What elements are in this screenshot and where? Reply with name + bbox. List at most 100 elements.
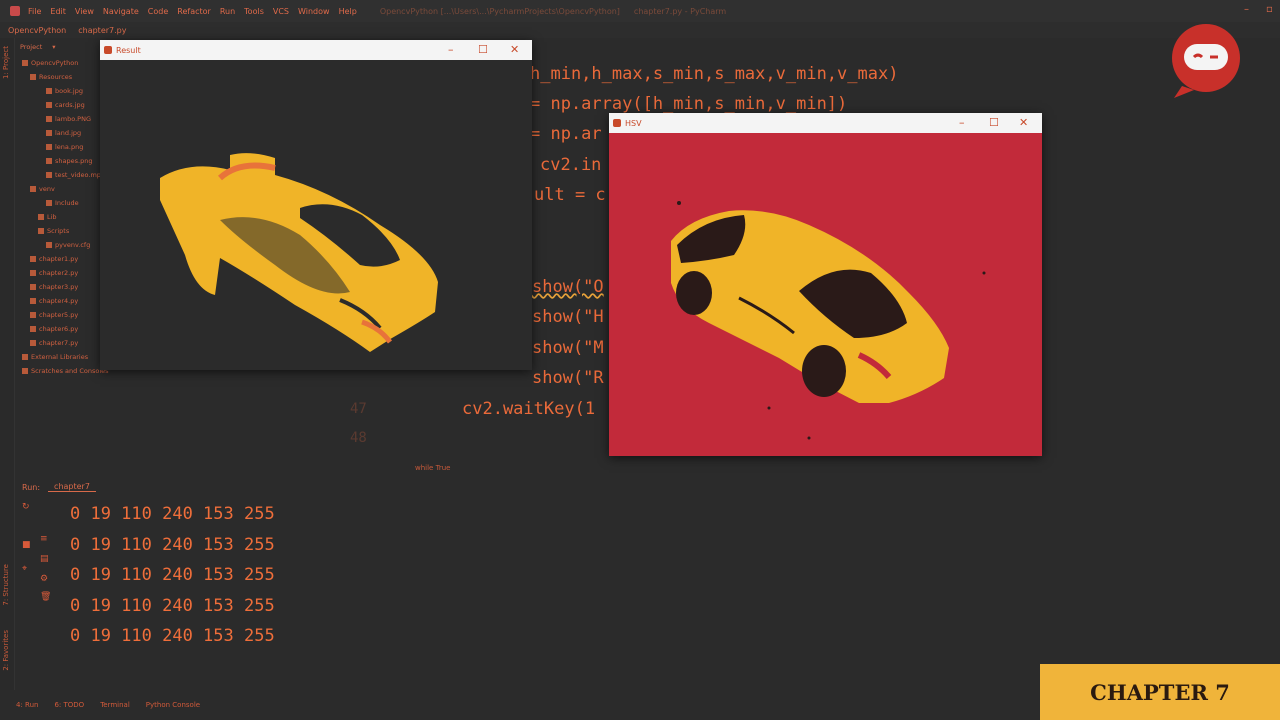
- delete-icon[interactable]: 🗑: [40, 592, 51, 602]
- project-tree-item[interactable]: chapter1.py: [14, 252, 114, 266]
- console-output-line: 0 19 110 240 153 255: [70, 596, 275, 616]
- project-tree-item[interactable]: Include: [14, 196, 114, 210]
- favorites-tool-tab[interactable]: 2: Favorites: [2, 630, 10, 671]
- chapter-badge: CHAPTER 7: [1040, 664, 1280, 720]
- hsv-window-title: HSV: [625, 118, 642, 128]
- console-output-line: 0 19 110 240 153 255: [70, 626, 275, 646]
- project-tree-item[interactable]: book.jpg: [14, 84, 114, 98]
- chevron-down-icon[interactable]: ▾: [52, 43, 55, 51]
- rerun-icon[interactable]: ↻: [22, 502, 30, 512]
- code-line: show("M: [532, 338, 604, 358]
- minimize-icon[interactable]: –: [1244, 4, 1249, 15]
- breadcrumb-project[interactable]: OpencvPython: [8, 26, 66, 35]
- menu-window[interactable]: Window: [298, 7, 330, 16]
- file-icon: [46, 102, 52, 108]
- menu-vcs[interactable]: VCS: [273, 7, 289, 16]
- line-number: 47: [350, 401, 367, 417]
- project-tree-item[interactable]: chapter3.py: [14, 280, 114, 294]
- result-titlebar[interactable]: Result – ☐ ✕: [100, 40, 532, 60]
- structure-tool-tab[interactable]: 7: Structure: [2, 564, 10, 606]
- project-tree-item[interactable]: Resources: [14, 70, 114, 84]
- file-icon: [30, 256, 36, 262]
- file-icon: [30, 326, 36, 332]
- project-tree-item[interactable]: cards.jpg: [14, 98, 114, 112]
- project-tree-label: chapter2.py: [39, 269, 79, 277]
- project-tree-item[interactable]: lena.png: [14, 140, 114, 154]
- project-tree-item[interactable]: Scripts: [14, 224, 114, 238]
- file-icon: [46, 88, 52, 94]
- file-icon: [30, 186, 36, 192]
- menu-file[interactable]: File: [28, 7, 41, 16]
- project-tree-item[interactable]: pyvenv.cfg: [14, 238, 114, 252]
- file-icon: [46, 200, 52, 206]
- project-tree-item[interactable]: chapter5.py: [14, 308, 114, 322]
- file-icon: [22, 368, 28, 374]
- project-panel-header[interactable]: Project ▾: [14, 38, 114, 56]
- project-tree-label: book.jpg: [55, 87, 83, 95]
- run-label: Run:: [22, 482, 41, 492]
- project-tree-item[interactable]: lambo.PNG: [14, 112, 114, 126]
- menu-view[interactable]: View: [75, 7, 94, 16]
- project-tree-item[interactable]: chapter7.py: [14, 336, 114, 350]
- breadcrumb-file[interactable]: chapter7.py: [78, 26, 126, 35]
- project-tree-item[interactable]: OpencvPython: [14, 56, 114, 70]
- file-icon: [30, 284, 36, 290]
- python-console-tool-button[interactable]: Python Console: [146, 701, 200, 709]
- project-tree-label: Resources: [39, 73, 73, 81]
- project-tree-item[interactable]: Lib: [14, 210, 114, 224]
- maximize-icon[interactable]: ☐: [478, 43, 488, 56]
- close-icon[interactable]: ✕: [510, 43, 519, 56]
- project-tool-tab[interactable]: 1: Project: [2, 46, 10, 79]
- project-tree-item[interactable]: venv: [14, 182, 114, 196]
- project-tree-item[interactable]: Scratches and Consoles: [14, 364, 114, 378]
- project-tree-item[interactable]: chapter6.py: [14, 322, 114, 336]
- project-tree-item[interactable]: land.jpg: [14, 126, 114, 140]
- menu-navigate[interactable]: Navigate: [103, 7, 139, 16]
- project-tree-label: Scripts: [47, 227, 70, 235]
- project-tree-label: cards.jpg: [55, 101, 85, 109]
- robot-logo-icon: [1168, 22, 1244, 98]
- project-tree-label: lena.png: [55, 143, 84, 151]
- maximize-icon[interactable]: ☐: [989, 116, 999, 129]
- menu-tools[interactable]: Tools: [244, 7, 264, 16]
- print-icon[interactable]: ▤: [40, 554, 49, 564]
- file-icon: [30, 312, 36, 318]
- menu-help[interactable]: Help: [339, 7, 357, 16]
- run-tab-chapter7[interactable]: chapter7: [48, 482, 96, 492]
- hsv-titlebar[interactable]: HSV – ☐ ✕: [609, 113, 1042, 133]
- minimize-icon[interactable]: –: [959, 116, 965, 129]
- masked-car-image: [160, 153, 438, 352]
- settings-icon[interactable]: ⚙: [40, 574, 48, 584]
- file-icon: [46, 130, 52, 136]
- menu-edit[interactable]: Edit: [50, 7, 66, 16]
- project-tree-label: Scratches and Consoles: [31, 367, 109, 375]
- restore-icon[interactable]: ▫: [1266, 4, 1273, 15]
- project-tree-item[interactable]: test_video.mp4: [14, 168, 114, 182]
- todo-tool-button[interactable]: 6: TODO: [54, 701, 84, 709]
- menu-code[interactable]: Code: [148, 7, 168, 16]
- menu-run[interactable]: Run: [220, 7, 235, 16]
- project-tree-item[interactable]: chapter2.py: [14, 266, 114, 280]
- project-tree-label: chapter4.py: [39, 297, 79, 305]
- minimize-icon[interactable]: –: [448, 43, 454, 56]
- project-tree-item[interactable]: External Libraries: [14, 350, 114, 364]
- project-tree-item[interactable]: shapes.png: [14, 154, 114, 168]
- project-tree-item[interactable]: chapter4.py: [14, 294, 114, 308]
- close-icon[interactable]: ✕: [1019, 116, 1028, 129]
- stop-icon[interactable]: ■: [22, 540, 31, 550]
- file-icon: [46, 144, 52, 150]
- terminal-tool-button[interactable]: Terminal: [100, 701, 130, 709]
- file-icon: [38, 214, 44, 220]
- scroll-to-end-icon[interactable]: ≡: [40, 534, 48, 544]
- code-line: cv2.waitKey(1: [462, 399, 596, 419]
- menu-refactor[interactable]: Refactor: [177, 7, 211, 16]
- run-tool-button[interactable]: 4: Run: [16, 701, 38, 709]
- pin-icon[interactable]: ⌖: [22, 564, 27, 574]
- project-tree-label: chapter3.py: [39, 283, 79, 291]
- project-tree-label: Include: [55, 199, 79, 207]
- result-window: Result – ☐ ✕: [100, 40, 532, 370]
- result-window-title: Result: [116, 45, 141, 55]
- file-icon: [30, 298, 36, 304]
- project-tree-label: venv: [39, 185, 55, 193]
- left-tool-strip: 1: Project 7: Structure 2: Favorites: [0, 38, 15, 690]
